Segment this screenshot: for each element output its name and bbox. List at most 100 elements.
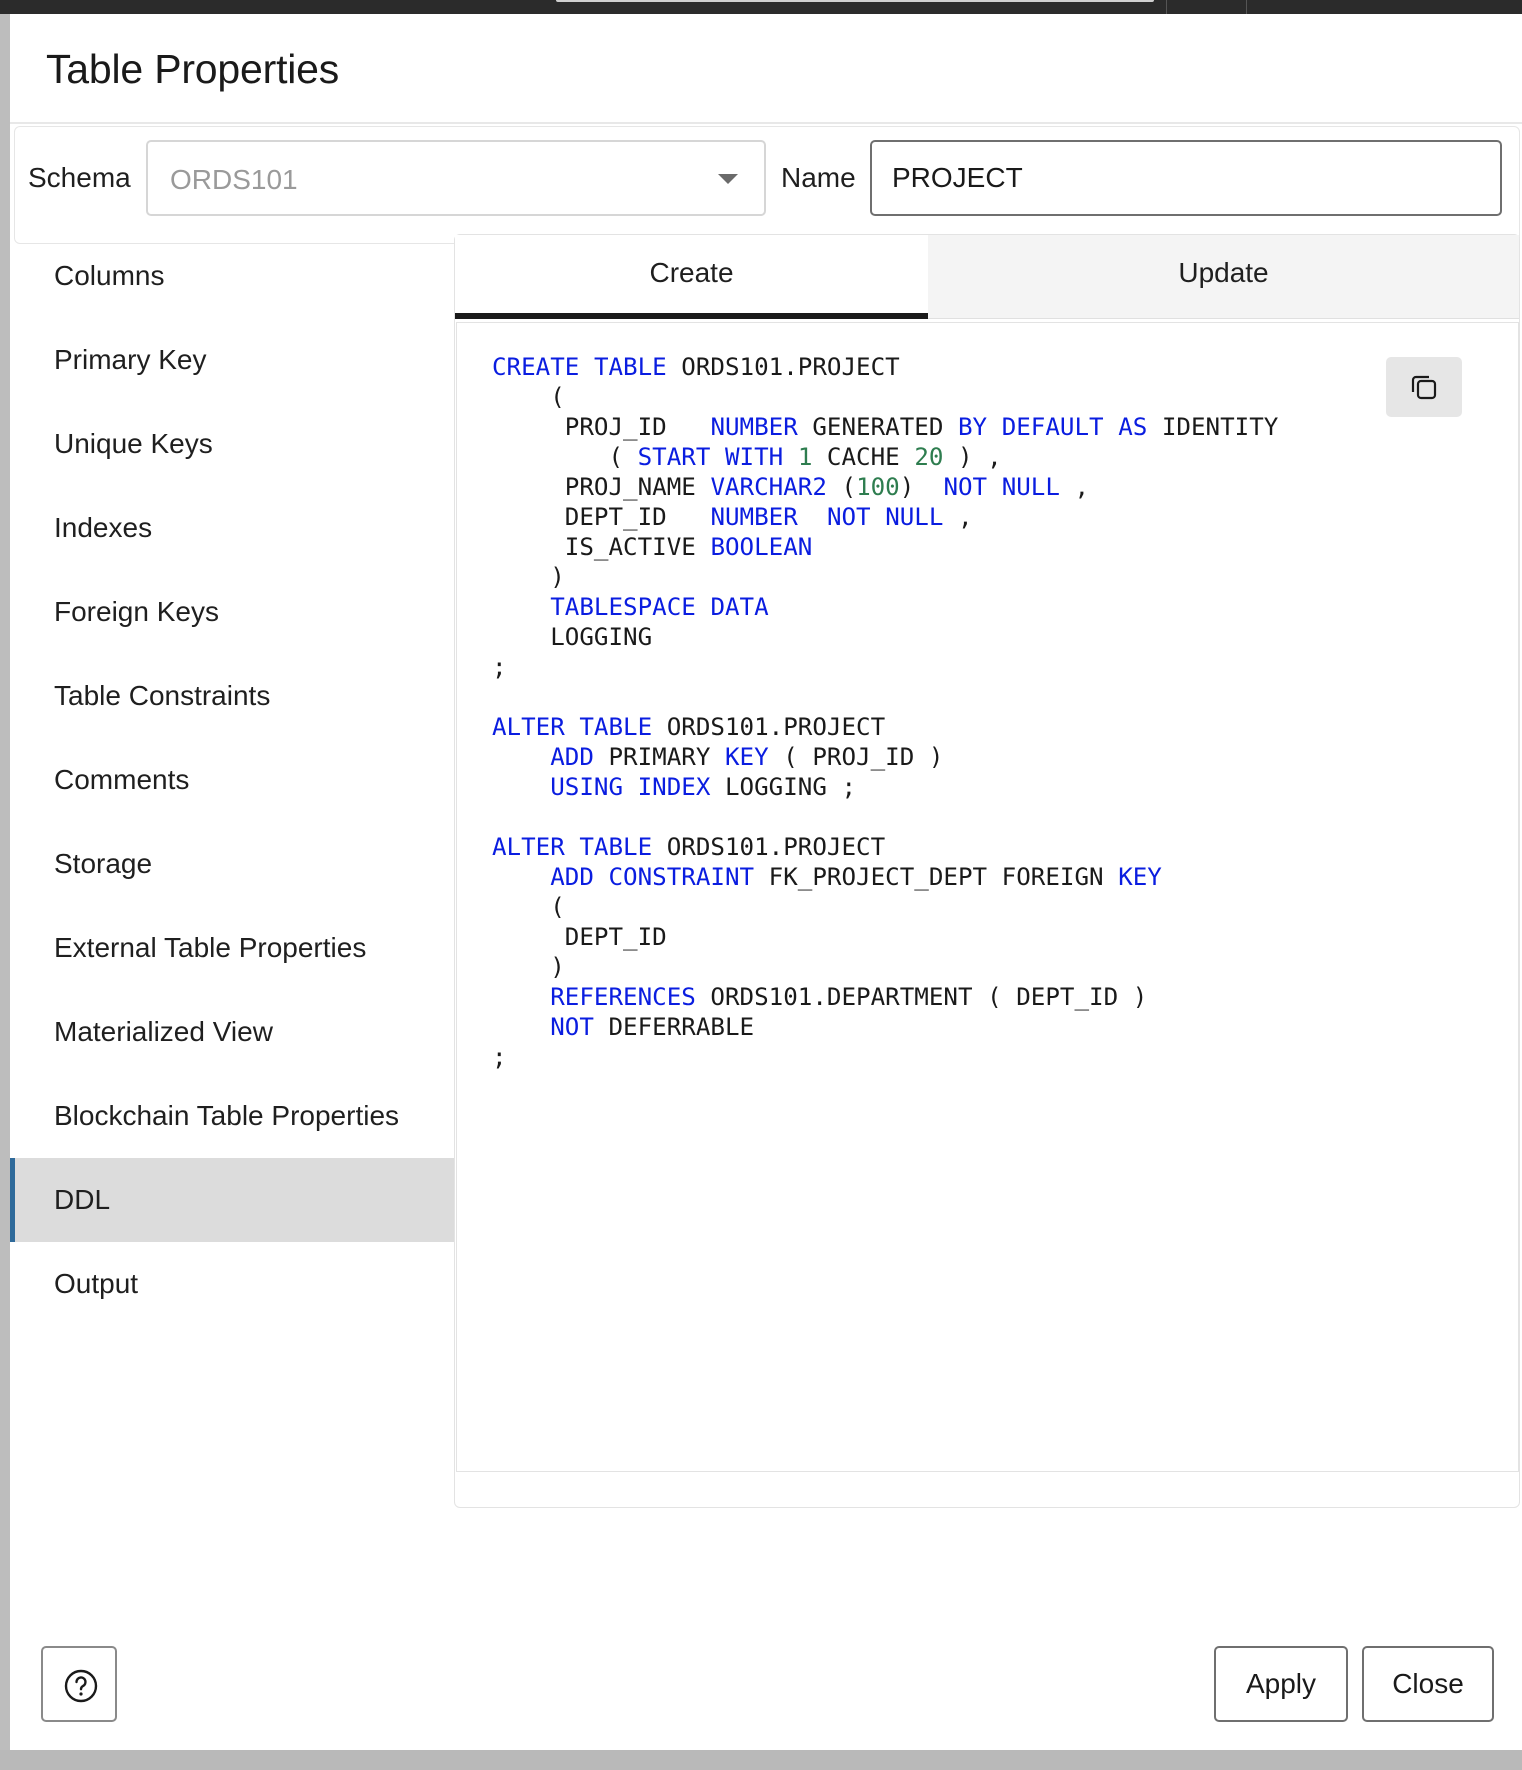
code-keyword: TABLE	[579, 833, 653, 861]
code-keyword: BOOLEAN	[710, 533, 813, 561]
code-text: PROJ_ID	[492, 413, 711, 441]
code-keyword: CREATE	[492, 353, 580, 381]
code-number: 20	[914, 443, 944, 471]
sidebar-item-unique-keys[interactable]: Unique Keys	[10, 402, 454, 486]
sidebar-item-label: Indexes	[54, 512, 153, 543]
sidebar-item-storage[interactable]: Storage	[10, 822, 454, 906]
code-keyword: ALTER	[492, 833, 565, 861]
sidebar-item-external-table-properties[interactable]: External Table Properties	[10, 906, 454, 990]
sidebar-item-columns[interactable]: Columns	[10, 234, 454, 318]
sidebar-item-primary-key[interactable]: Primary Key	[10, 318, 454, 402]
sidebar-item-label: Materialized View	[54, 1016, 273, 1047]
code-keyword: TABLE	[593, 353, 667, 381]
tab-create[interactable]: Create	[455, 235, 928, 319]
sidebar-item-comments[interactable]: Comments	[10, 738, 454, 822]
sidebar-item-label: Comments	[54, 764, 190, 795]
schema-select-value: ORDS101	[170, 164, 298, 195]
sidebar-item-indexes[interactable]: Indexes	[10, 486, 454, 570]
code-line: ADD PRIMARY KEY ( PROJ_ID )	[492, 743, 943, 771]
code-keyword: NOT	[550, 1013, 594, 1041]
code-keyword: TABLESPACE	[550, 593, 696, 621]
sidebar-item-ddl[interactable]: DDL	[10, 1158, 454, 1242]
code-text: ,	[1059, 473, 1090, 501]
code-text: PRIMARY	[593, 743, 725, 771]
name-label: Name	[781, 162, 856, 193]
sidebar-item-materialized-view[interactable]: Materialized View	[10, 990, 454, 1074]
code-number: 1	[797, 443, 813, 471]
copy-button[interactable]	[1386, 357, 1462, 417]
code-line: (	[492, 383, 565, 411]
code-keyword: DEFAULT	[1001, 413, 1104, 441]
code-line: REFERENCES ORDS101.DEPARTMENT ( DEPT_ID …	[492, 983, 1147, 1011]
code-text: ( PROJ_ID )	[768, 743, 944, 771]
code-keyword: VARCHAR2	[710, 473, 827, 501]
code-line: ( START WITH 1 CACHE 20 ) ,	[492, 443, 1001, 471]
code-keyword: WITH	[725, 443, 784, 471]
code-line: )	[492, 953, 565, 981]
code-line: ADD CONSTRAINT FK_PROJECT_DEPT FOREIGN K…	[492, 863, 1162, 891]
schema-select[interactable]: ORDS101	[146, 140, 766, 216]
code-keyword: KEY	[725, 743, 769, 771]
code-line: USING INDEX LOGGING ;	[492, 773, 856, 801]
code-text: )	[492, 563, 565, 591]
code-keyword: TABLE	[579, 713, 653, 741]
tab-update[interactable]: Update	[928, 235, 1519, 319]
code-keyword: USING	[550, 773, 624, 801]
ddl-tabs: Create Update	[455, 235, 1519, 319]
code-text: (	[492, 443, 638, 471]
sidebar-item-table-constraints[interactable]: Table Constraints	[10, 654, 454, 738]
code-line: PROJ_NAME VARCHAR2 (100) NOT NULL ,	[492, 473, 1089, 501]
sidebar-item-label: Foreign Keys	[54, 596, 219, 627]
name-input[interactable]	[870, 140, 1502, 216]
code-text: GENERATED	[797, 413, 958, 441]
chevron-down-icon	[718, 174, 738, 184]
code-line: IS_ACTIVE BOOLEAN	[492, 533, 813, 561]
code-keyword: NUMBER	[710, 503, 798, 531]
code-text: )	[492, 953, 565, 981]
code-text: ;	[492, 1043, 507, 1071]
code-text: )	[899, 473, 944, 501]
code-keyword: INDEX	[637, 773, 711, 801]
close-button[interactable]: Close	[1362, 1646, 1494, 1722]
top-bar-handle	[556, 0, 1154, 2]
code-text: IDENTITY	[1147, 413, 1279, 441]
schema-label: Schema	[28, 162, 131, 193]
sidebar-item-output[interactable]: Output	[10, 1242, 454, 1326]
code-text: (	[826, 473, 857, 501]
code-line: DEPT_ID	[492, 923, 667, 951]
code-text: ORDS101.PROJECT	[666, 353, 900, 381]
code-keyword: DATA	[710, 593, 769, 621]
sidebar-item-label: Unique Keys	[54, 428, 213, 459]
help-button[interactable]	[41, 1646, 117, 1722]
ddl-code: CREATE TABLE ORDS101.PROJECT ( PROJ_ID N…	[492, 352, 1278, 1072]
code-line: ALTER TABLE ORDS101.PROJECT	[492, 833, 885, 861]
title-divider	[10, 122, 1522, 124]
sidebar-item-foreign-keys[interactable]: Foreign Keys	[10, 570, 454, 654]
apply-button[interactable]: Apply	[1214, 1646, 1348, 1722]
window-top-bar	[0, 0, 1522, 14]
help-circle-icon	[64, 1669, 98, 1703]
sidebar-item-blockchain-table-properties[interactable]: Blockchain Table Properties	[10, 1074, 454, 1158]
code-keyword: ALTER	[492, 713, 565, 741]
top-bar-separator	[1166, 0, 1167, 14]
code-text: DEPT_ID	[492, 503, 711, 531]
copy-icon	[1411, 375, 1437, 400]
top-bar-separator	[1246, 0, 1247, 14]
sidebar-item-label: Blockchain Table Properties	[54, 1100, 400, 1131]
sidebar-item-label: Columns	[54, 260, 165, 291]
code-text: DEFERRABLE	[593, 1013, 755, 1041]
code-keyword: AS	[1118, 413, 1148, 441]
code-keyword: ADD	[550, 743, 594, 771]
code-line: )	[492, 563, 565, 591]
